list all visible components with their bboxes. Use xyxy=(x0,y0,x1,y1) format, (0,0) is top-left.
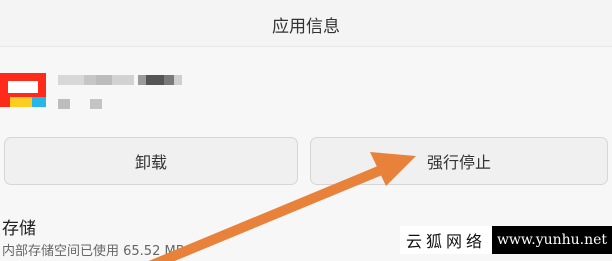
watermark-url: www.yunhu.net xyxy=(492,226,612,254)
storage-section-title: 存储 xyxy=(2,219,36,239)
watermark: 云狐网络 www.yunhu.net xyxy=(400,226,612,254)
storage-usage-text[interactable]: 内部存储空间已使用 65.52 MB xyxy=(2,240,185,259)
app-version-obscured xyxy=(58,99,104,109)
app-name-obscured xyxy=(58,75,182,85)
watermark-cn: 云狐网络 xyxy=(400,226,492,254)
force-stop-button[interactable]: 强行停止 xyxy=(310,137,608,185)
app-info-card xyxy=(0,47,612,127)
page-title: 应用信息 xyxy=(272,17,340,37)
app-icon xyxy=(0,73,46,111)
title-bar: 应用信息 xyxy=(0,0,612,47)
uninstall-button[interactable]: 卸载 xyxy=(4,137,298,185)
